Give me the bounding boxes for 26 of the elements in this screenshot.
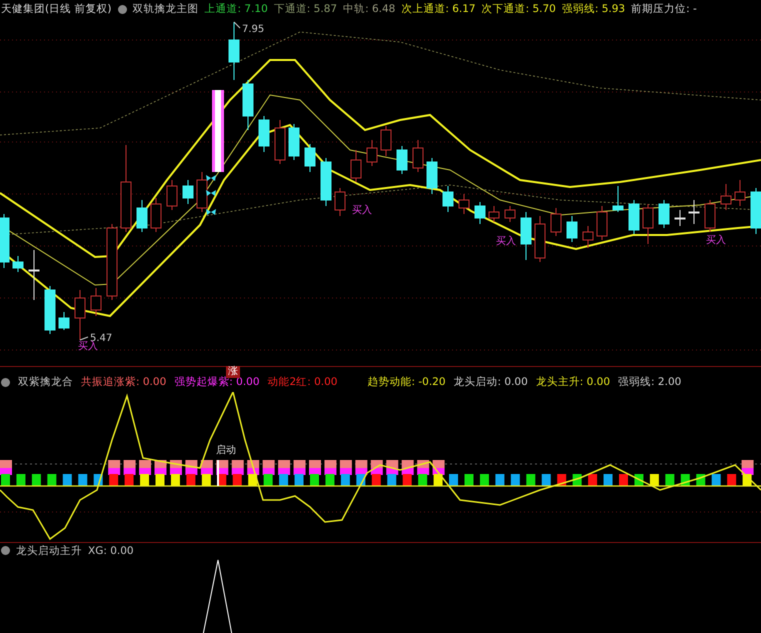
buy-signal-label: 买入 <box>352 205 372 216</box>
buy-signal-label: 买入 <box>496 236 516 247</box>
indicator-value: 次上通道: 6.17 <box>401 2 476 16</box>
indicator-value: 强弱线: 5.93 <box>562 2 626 16</box>
indicator-value: 趋势动能: -0.20 <box>367 375 446 389</box>
indicator-value: 上通道: 7.10 <box>204 2 268 16</box>
buy-signal-label: 买入 <box>78 341 98 352</box>
indicator-name: 双紫擒龙合 <box>18 375 73 389</box>
indicator-value: 龙头启动: 0.00 <box>454 375 528 389</box>
indicator-value: 共振追涨紫: 0.00 <box>81 375 166 389</box>
buy-signal-label: 买入 <box>706 235 726 246</box>
indicator-name: 双轨擒龙主图 <box>132 2 199 16</box>
indicator-value: 次下通道: 5.70 <box>482 2 556 16</box>
high-price-label: 7.95 <box>242 24 264 35</box>
indicator-name: 龙头启动主升 <box>16 544 82 558</box>
indicator-value: 中轨: 6.48 <box>343 2 396 16</box>
rise-badge: 涨 <box>226 366 240 378</box>
pressure-level-label: 前期压力位: - <box>631 2 697 16</box>
indicator-value: 动能2红: 0.00 <box>268 375 338 389</box>
indicator-value: XG: 0.00 <box>88 544 134 556</box>
indicator-value: 强弱线: 2.00 <box>618 375 682 389</box>
indicator-value: 下通道: 5.87 <box>274 2 338 16</box>
indicator-value: 龙头主升: 0.00 <box>536 375 610 389</box>
start-signal-label: 启动 <box>216 445 236 456</box>
stock-title: 天健集团(日线 前复权) <box>1 2 112 16</box>
indicator-value: 强势起爆紫: 0.00 <box>174 376 260 389</box>
